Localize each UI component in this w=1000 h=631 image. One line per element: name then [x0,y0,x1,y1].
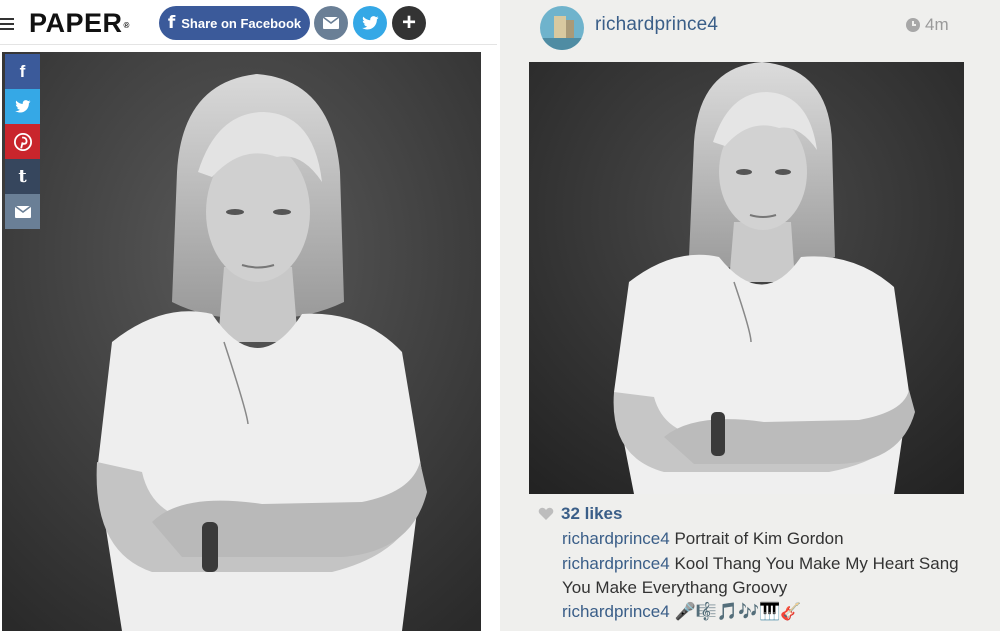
post-image [529,62,964,494]
portrait-image [2,52,481,631]
heart-icon [538,507,554,520]
rail-pinterest-button[interactable] [5,124,40,159]
comment-1-username[interactable]: richardprince4 [562,529,670,548]
facebook-icon: f [19,61,26,81]
comment-3-emoji-text: 🎤🎼🎵🎶🎹🎸 [674,602,802,621]
comment-3: richardprince4 🎤🎼🎵🎶🎹🎸 [562,600,982,624]
tumblr-icon: t [18,166,27,187]
rail-email-button[interactable] [5,194,40,229]
rail-facebook-button[interactable]: f [5,54,40,89]
email-share-button[interactable] [314,6,348,40]
comment-2-username[interactable]: richardprince4 [562,554,670,573]
post-timestamp: 4m [906,15,949,35]
rail-tumblr-button[interactable]: t [5,159,40,194]
instagram-post-panel: richardprince4 4m 32 likes richardprince… [500,0,1000,631]
avatar[interactable] [540,6,584,50]
instagram-post-photo[interactable] [529,62,964,494]
likes-row[interactable]: 32 likes [538,504,622,524]
registered-mark: ® [123,21,130,30]
comment-2: richardprince4 Kool Thang You Make My He… [562,552,982,600]
avatar-image [540,6,584,50]
likes-count: 32 likes [561,504,623,523]
comment-1-text: Portrait of Kim Gordon [674,529,844,548]
pinterest-icon [13,132,32,151]
twitter-share-button[interactable] [353,6,387,40]
share-on-facebook-label: Share on Facebook [181,15,302,31]
mail-icon [323,17,339,29]
rail-twitter-button[interactable] [5,89,40,124]
comment-3-username[interactable]: richardprince4 [562,602,670,621]
paper-article-panel: PAPER® f Share on Facebook + f t [0,0,497,631]
logo-text: PAPER [29,8,123,38]
social-share-rail: f t [5,54,40,229]
comment-1: richardprince4 Portrait of Kim Gordon [562,527,982,551]
mail-icon [14,205,31,218]
facebook-icon: f [167,13,176,33]
share-on-facebook-button[interactable]: f Share on Facebook [159,6,310,40]
kim-gordon-portrait-photo [2,52,481,631]
twitter-icon [14,100,31,113]
plus-icon: + [401,9,416,36]
paper-logo[interactable]: PAPER® [29,8,130,38]
clock-icon [906,18,920,32]
post-time-text: 4m [925,15,949,34]
twitter-icon [361,16,379,30]
hamburger-icon[interactable] [0,16,16,30]
post-username[interactable]: richardprince4 [595,14,718,36]
header-divider [0,44,497,45]
more-share-button[interactable]: + [392,6,426,40]
